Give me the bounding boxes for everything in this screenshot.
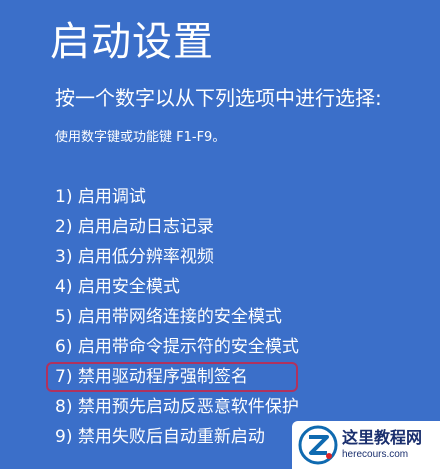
site-watermark: 这里教程网 herecours.com [292, 421, 440, 469]
option-8-disable-early-launch-antimalware[interactable]: 8) 禁用预先启动反恶意软件保护 [55, 392, 299, 422]
option-2-enable-boot-logging[interactable]: 2) 启用启动日志记录 [55, 212, 299, 242]
option-9-disable-auto-restart-on-failure[interactable]: 9) 禁用失败后自动重新启动 [55, 422, 299, 452]
option-label: 禁用预先启动反恶意软件保护 [77, 397, 299, 417]
watermark-title: 这里教程网 [342, 428, 423, 447]
option-number: 6) [55, 337, 73, 357]
option-number: 4) [55, 277, 73, 297]
option-number: 8) [55, 397, 73, 417]
watermark-url: herecours.com [342, 449, 409, 460]
option-label: 启用启动日志记录 [77, 217, 214, 237]
instruction-text: 按一个数字以从下列选项中进行选择: [55, 86, 382, 110]
option-6-enable-safe-mode-command-prompt[interactable]: 6) 启用带命令提示符的安全模式 [55, 332, 299, 362]
option-number: 1) [55, 187, 73, 207]
option-label: 启用带命令提示符的安全模式 [77, 337, 299, 357]
option-label: 启用调试 [77, 187, 146, 207]
option-number: 2) [55, 217, 73, 237]
option-1-enable-debugging[interactable]: 1) 启用调试 [55, 182, 299, 212]
option-number: 9) [55, 427, 73, 447]
option-label: 禁用失败后自动重新启动 [77, 427, 265, 447]
option-number: 5) [55, 307, 73, 327]
option-label: 启用安全模式 [77, 277, 180, 297]
key-hint-text: 使用数字键或功能键 F1-F9。 [55, 130, 226, 145]
z-logo-icon [298, 425, 338, 465]
option-3-enable-low-resolution-video[interactable]: 3) 启用低分辨率视频 [55, 242, 299, 272]
option-7-highlight-box [46, 362, 298, 392]
page-title: 启动设置 [50, 19, 214, 65]
startup-options-list: 1) 启用调试 2) 启用启动日志记录 3) 启用低分辨率视频 4) 启用安全模… [55, 182, 299, 452]
option-5-enable-safe-mode-networking[interactable]: 5) 启用带网络连接的安全模式 [55, 302, 299, 332]
option-number: 3) [55, 247, 73, 267]
option-4-enable-safe-mode[interactable]: 4) 启用安全模式 [55, 272, 299, 302]
option-label: 启用带网络连接的安全模式 [77, 307, 282, 327]
option-label: 启用低分辨率视频 [77, 247, 214, 267]
